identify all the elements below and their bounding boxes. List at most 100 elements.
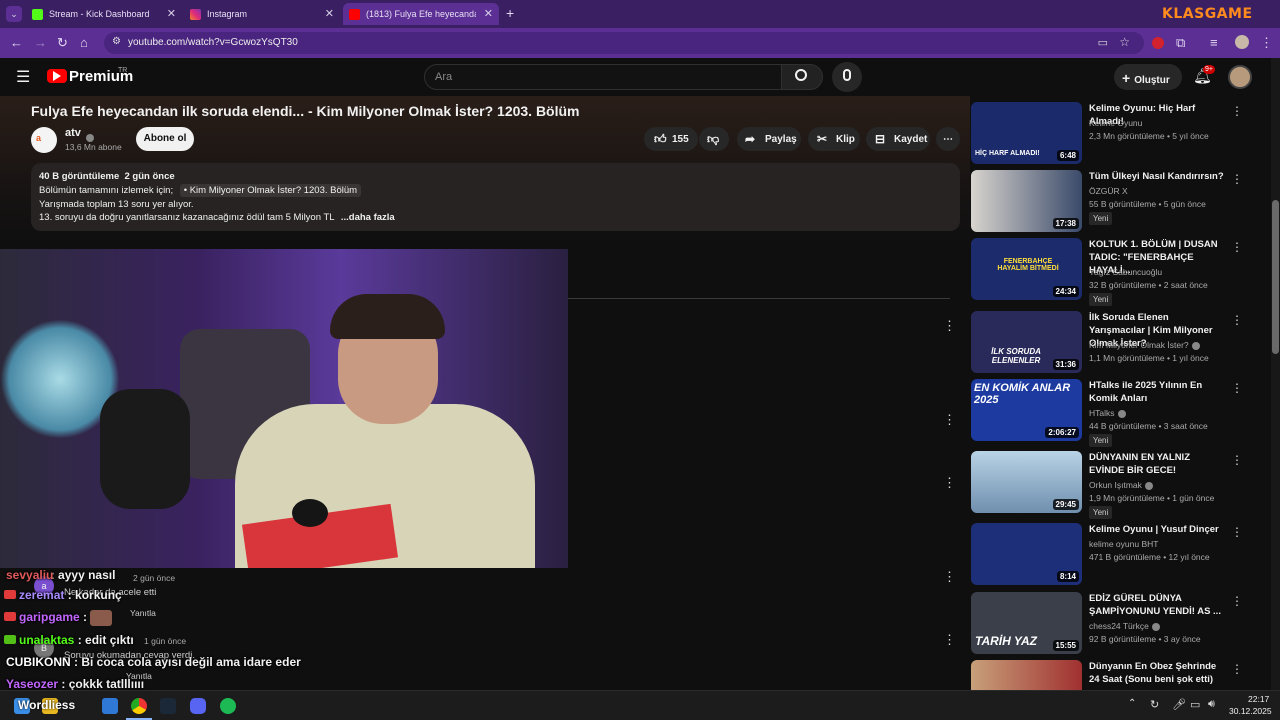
extensions-puzzle-icon[interactable]: ⧉	[1176, 35, 1185, 51]
video-title[interactable]: EDİZ GÜREL DÜNYA ŞAMPİYONUNU YENDİ! AS .…	[1089, 592, 1227, 618]
save-button[interactable]: ⊟ Kaydet	[866, 127, 930, 151]
dislike-button[interactable]: 👎︎	[699, 127, 729, 151]
microphone-tray-icon[interactable]: 🎤︎	[1172, 698, 1186, 711]
tray-chevron-icon[interactable]: ⌃	[1128, 698, 1136, 709]
new-tab-icon[interactable]: +	[506, 5, 514, 21]
video-title[interactable]: Tüm Ülkeyi Nasıl Kandırırsın?	[1089, 170, 1227, 183]
more-vert-icon[interactable]: ⋮	[1231, 594, 1243, 608]
scrollbar-thumb[interactable]	[1272, 200, 1279, 354]
video-title[interactable]: Kelime Oyunu | Yusuf Dinçer	[1089, 523, 1227, 536]
reload-icon[interactable]: ↻	[57, 35, 68, 51]
youtube-logo-icon[interactable]	[47, 69, 67, 83]
comment-menu-icon[interactable]: ⋮	[943, 318, 956, 334]
volume-icon[interactable]: 🔊︎	[1208, 698, 1215, 711]
account-avatar[interactable]	[1228, 65, 1252, 89]
channel-name[interactable]: ÖZGÜR X	[1089, 186, 1128, 196]
video-thumbnail[interactable]: 17:38	[971, 170, 1082, 232]
clock-date[interactable]: 30.12.2025	[1229, 706, 1272, 716]
site-info-icon[interactable]: ⚙	[112, 36, 121, 47]
channel-name[interactable]: Kim Milyoner Olmak İster?	[1089, 340, 1200, 350]
video-title[interactable]: DÜNYANIN EN YALNIZ EVİNDE BİR GECE!	[1089, 451, 1227, 477]
network-icon[interactable]: ▭	[1190, 698, 1200, 711]
channel-name[interactable]: Yağız Sabuncuoğlu	[1089, 267, 1162, 277]
description-link[interactable]: • Kim Milyoner Olmak İster? 1203. Bölüm	[179, 184, 362, 197]
profile-avatar[interactable]	[1235, 35, 1249, 49]
recommended-video[interactable]: 29:45 DÜNYANIN EN YALNIZ EVİNDE BİR GECE…	[971, 451, 1271, 519]
steam-icon[interactable]	[160, 698, 176, 714]
home-icon[interactable]: ⌂	[80, 35, 88, 50]
menu-kebab-icon[interactable]: ⋮	[1260, 35, 1273, 51]
sync-icon[interactable]: ↻	[1150, 698, 1159, 711]
channel-name[interactable]: HTalks	[1089, 408, 1126, 418]
recommended-video[interactable]: EN KOMİK ANLAR 2025 2:06:27 HTalks ile 2…	[971, 379, 1271, 447]
video-thumbnail[interactable]: İLK SORUDA ELENENLER 31:36	[971, 311, 1082, 373]
video-thumbnail[interactable]: 29:45	[971, 451, 1082, 513]
close-icon[interactable]: ✕	[325, 7, 334, 20]
channel-name[interactable]: chess24 Türkçe	[1089, 621, 1160, 631]
extension-icon[interactable]	[1152, 37, 1164, 49]
chrome-icon[interactable]	[131, 698, 147, 714]
more-vert-icon[interactable]: ⋮	[1231, 662, 1243, 676]
channel-avatar[interactable]: a	[31, 127, 57, 153]
channel-name[interactable]: Kelime Oyunu	[1089, 118, 1142, 128]
comment-menu-icon[interactable]: ⋮	[943, 569, 956, 585]
channel-name[interactable]: Orkun Işıtmak	[1089, 480, 1153, 490]
recommended-video[interactable]: 17:38 Tüm Ülkeyi Nasıl Kandırırsın? ÖZGÜ…	[971, 170, 1271, 232]
like-button[interactable]: 👍︎ 155	[644, 127, 698, 151]
comment-menu-icon[interactable]: ⋮	[943, 475, 956, 491]
video-thumbnail[interactable]: FENERBAHÇE HAYALİM BİTMEDİ 24:34	[971, 238, 1082, 300]
more-vert-icon[interactable]: ⋮	[1231, 172, 1243, 186]
share-button[interactable]: ➦ Paylaş	[737, 127, 801, 151]
channel-name[interactable]: atv	[65, 127, 81, 139]
reply-button[interactable]: Yanıtla	[130, 608, 156, 618]
video-thumbnail[interactable]: EN KOMİK ANLAR 2025 2:06:27	[971, 379, 1082, 441]
more-actions-button[interactable]: ⋯	[936, 127, 960, 151]
recommended-video[interactable]: HİÇ HARF ALMADI! 6:48 Kelime Oyunu: Hiç …	[971, 102, 1271, 164]
more-vert-icon[interactable]: ⋮	[1231, 381, 1243, 395]
clock-time[interactable]: 22:17	[1248, 694, 1269, 704]
hamburger-icon[interactable]: ☰	[16, 67, 30, 87]
comment-menu-icon[interactable]: ⋮	[943, 632, 956, 648]
channel-name[interactable]: kelime oyunu BHT	[1089, 539, 1158, 549]
more-vert-icon[interactable]: ⋮	[1231, 313, 1243, 327]
tab-kick[interactable]: Stream - Kick Dashboard ✕	[26, 3, 182, 25]
subscribe-button[interactable]: Abone ol	[136, 127, 194, 151]
description-box[interactable]: 40 B görüntüleme 2 gün önce Bölümün tama…	[31, 163, 960, 231]
search-input[interactable]: Ara	[424, 64, 782, 90]
scrollbar-track[interactable]	[1271, 58, 1280, 690]
address-input[interactable]: ⚙ youtube.com/watch?v=GcwozYsQT30 ▭ ☆	[104, 32, 1144, 54]
comment-menu-icon[interactable]: ⋮	[943, 412, 956, 428]
video-thumbnail[interactable]: 8:14	[971, 523, 1082, 585]
show-more-link[interactable]: ...daha fazla	[341, 212, 395, 223]
tab-list-icon[interactable]: ⌄	[6, 6, 22, 22]
more-vert-icon[interactable]: ⋮	[1231, 453, 1243, 467]
recommended-video[interactable]: FENERBAHÇE HAYALİM BİTMEDİ 24:34 KOLTUK …	[971, 238, 1271, 306]
tab-youtube[interactable]: (1813) Fulya Efe heyecandan ilk ✕	[343, 3, 499, 25]
more-vert-icon[interactable]: ⋮	[1231, 104, 1243, 118]
voice-search-button[interactable]	[832, 62, 862, 92]
clip-button[interactable]: ✂ Klip	[808, 127, 860, 151]
search-button[interactable]	[781, 64, 823, 90]
more-vert-icon[interactable]: ⋮	[1231, 240, 1243, 254]
install-icon[interactable]: ▭	[1098, 36, 1108, 49]
video-title[interactable]: HTalks ile 2025 Yılının En Komik Anları	[1089, 379, 1227, 405]
discord-icon[interactable]	[190, 698, 206, 714]
outlook-icon[interactable]	[102, 698, 118, 714]
close-icon[interactable]: ✕	[167, 7, 176, 20]
bookmark-star-icon[interactable]: ☆	[1119, 35, 1130, 49]
close-icon[interactable]: ✕	[484, 7, 493, 20]
tab-instagram[interactable]: Instagram ✕	[184, 3, 340, 25]
media-icon[interactable]: ≡	[1210, 35, 1218, 50]
video-thumbnail[interactable]: HİÇ HARF ALMADI! 6:48	[971, 102, 1082, 164]
recommended-video[interactable]: 8:14 Kelime Oyunu | Yusuf Dinçer kelime …	[971, 523, 1271, 585]
recommended-video[interactable]: TARİH YAZ 15:55 EDİZ GÜREL DÜNYA ŞAMPİYO…	[971, 592, 1271, 654]
back-icon[interactable]: ←	[10, 35, 23, 50]
video-title[interactable]: Dünyanın En Obez Şehrinde 24 Saat (Sonu …	[1089, 660, 1227, 686]
recommended-video[interactable]: Dünyanın En Obez Şehrinde 24 Saat (Sonu …	[971, 660, 1271, 690]
video-thumbnail[interactable]	[971, 660, 1082, 690]
recommended-video[interactable]: İLK SORUDA ELENENLER 31:36 İlk Soruda El…	[971, 311, 1271, 373]
spotify-icon[interactable]	[220, 698, 236, 714]
more-vert-icon[interactable]: ⋮	[1231, 525, 1243, 539]
video-thumbnail[interactable]: TARİH YAZ 15:55	[971, 592, 1082, 654]
create-button[interactable]: + Oluştur	[1114, 64, 1182, 90]
